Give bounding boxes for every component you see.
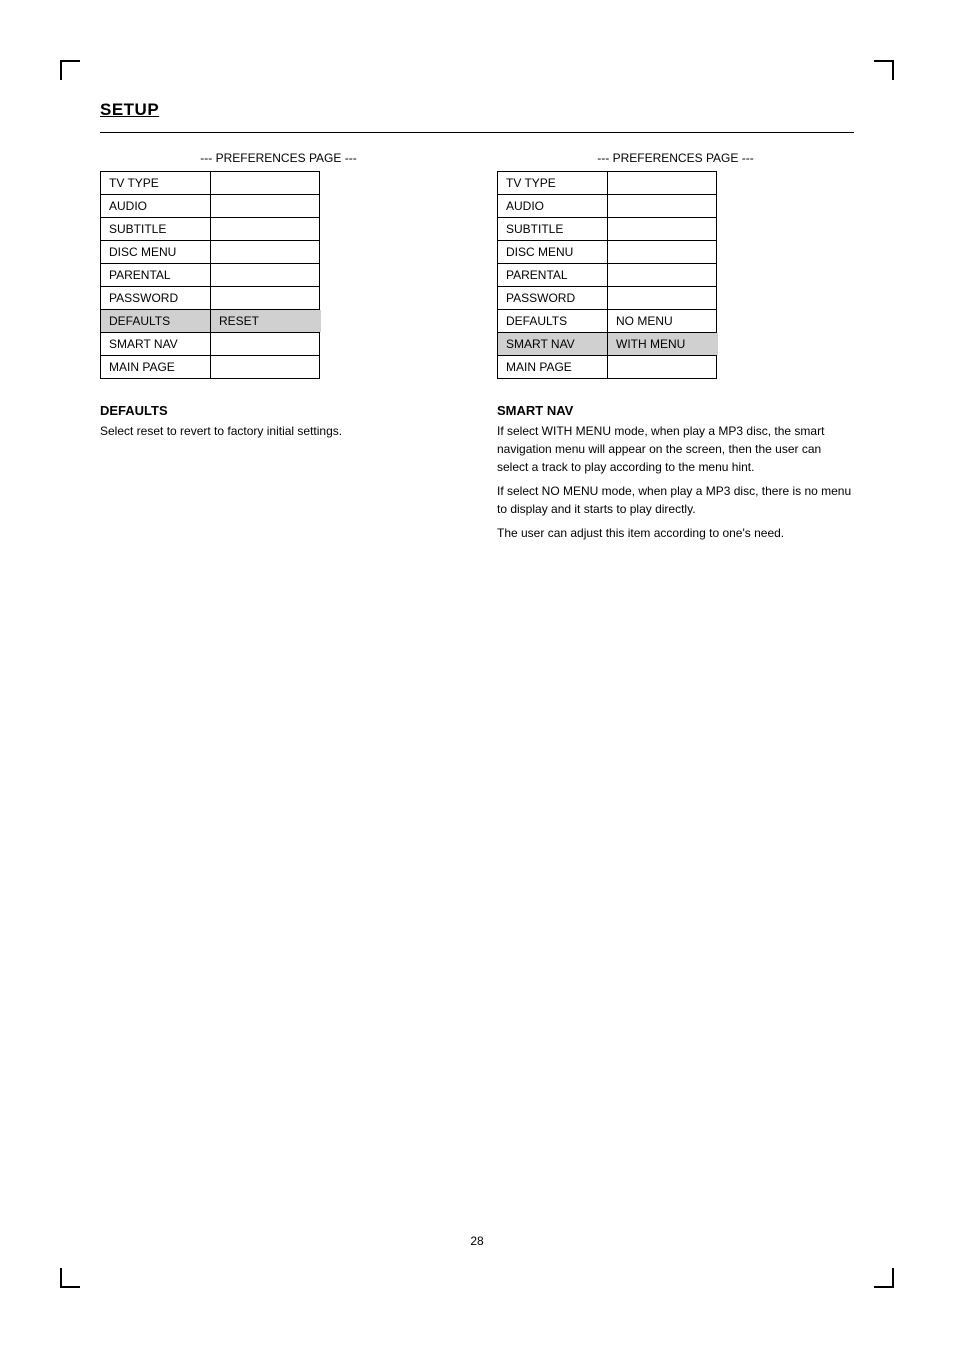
desc-title-smart-nav: SMART NAV bbox=[497, 403, 854, 418]
list-item-smart-nav-left-opt bbox=[211, 333, 321, 355]
list-item-defaults-left-opt: RESET bbox=[211, 310, 321, 332]
table-row: DEFAULTS NO MENU bbox=[498, 310, 716, 333]
list-item-audio-right-opt bbox=[608, 195, 718, 217]
table-row: SMART NAV bbox=[101, 333, 319, 356]
desc-title-defaults: DEFAULTS bbox=[100, 403, 457, 418]
table-row: MAIN PAGE bbox=[498, 356, 716, 378]
panel-right: --- PREFERENCES PAGE --- TV TYPE AUDIO S… bbox=[497, 151, 854, 379]
title-divider bbox=[100, 132, 854, 133]
list-item-audio-left-opt bbox=[211, 195, 321, 217]
panels-row: --- PREFERENCES PAGE --- TV TYPE AUDIO S… bbox=[100, 151, 854, 379]
panel-right-header: --- PREFERENCES PAGE --- bbox=[497, 151, 854, 165]
table-row: PASSWORD bbox=[498, 287, 716, 310]
table-row: SUBTITLE bbox=[101, 218, 319, 241]
list-item-password-left-opt bbox=[211, 287, 321, 309]
list-item-parental-right-opt bbox=[608, 264, 718, 286]
list-item-smart-nav-right-opt: WITH MENU bbox=[608, 333, 718, 355]
list-item-password-right-opt bbox=[608, 287, 718, 309]
list-item-defaults-left: DEFAULTS bbox=[101, 310, 211, 332]
list-item-disc-menu-right: DISC MENU bbox=[498, 241, 608, 263]
table-row: PARENTAL bbox=[101, 264, 319, 287]
list-item-disc-menu-left: DISC MENU bbox=[101, 241, 211, 263]
table-row: SUBTITLE bbox=[498, 218, 716, 241]
list-item-disc-menu-left-opt bbox=[211, 241, 321, 263]
panel-left-header: --- PREFERENCES PAGE --- bbox=[100, 151, 457, 165]
desc-text-defaults: Select reset to revert to factory initia… bbox=[100, 422, 457, 440]
list-item-defaults-right: DEFAULTS bbox=[498, 310, 608, 332]
list-item-smart-nav-right: SMART NAV bbox=[498, 333, 608, 355]
list-item-main-page-left-opt bbox=[211, 356, 321, 378]
desc-text-smart-nav-2: If select NO MENU mode, when play a MP3 … bbox=[497, 482, 854, 518]
table-row: SMART NAV WITH MENU bbox=[498, 333, 716, 356]
list-item-audio-right: AUDIO bbox=[498, 195, 608, 217]
list-item-audio-left: AUDIO bbox=[101, 195, 211, 217]
table-row: DEFAULTS RESET bbox=[101, 310, 319, 333]
list-item-defaults-right-opt: NO MENU bbox=[608, 310, 718, 332]
corner-mark-tl bbox=[60, 60, 80, 80]
list-item-tv-type-left: TV TYPE bbox=[101, 172, 211, 194]
corner-mark-br bbox=[874, 1268, 894, 1288]
table-row: PASSWORD bbox=[101, 287, 319, 310]
table-row: TV TYPE bbox=[101, 172, 319, 195]
list-item-subtitle-left-opt bbox=[211, 218, 321, 240]
table-row: TV TYPE bbox=[498, 172, 716, 195]
list-item-main-page-right-opt bbox=[608, 356, 718, 378]
list-item-subtitle-right: SUBTITLE bbox=[498, 218, 608, 240]
list-item-parental-left-opt bbox=[211, 264, 321, 286]
list-item-main-page-left: MAIN PAGE bbox=[101, 356, 211, 378]
list-item-parental-left: PARENTAL bbox=[101, 264, 211, 286]
table-row: AUDIO bbox=[101, 195, 319, 218]
corner-mark-tr bbox=[874, 60, 894, 80]
table-row: DISC MENU bbox=[101, 241, 319, 264]
page-title: SETUP bbox=[100, 100, 854, 120]
list-item-parental-right: PARENTAL bbox=[498, 264, 608, 286]
list-item-tv-type-right-opt bbox=[608, 172, 718, 194]
list-item-tv-type-left-opt bbox=[211, 172, 321, 194]
desc-col-left: DEFAULTS Select reset to revert to facto… bbox=[100, 403, 457, 548]
table-row: DISC MENU bbox=[498, 241, 716, 264]
list-item-password-right: PASSWORD bbox=[498, 287, 608, 309]
menu-panel-right: TV TYPE AUDIO SUBTITLE DISC MENU PARENTA… bbox=[497, 171, 717, 379]
list-item-tv-type-right: TV TYPE bbox=[498, 172, 608, 194]
table-row: AUDIO bbox=[498, 195, 716, 218]
list-item-subtitle-left: SUBTITLE bbox=[101, 218, 211, 240]
desc-text-smart-nav-1: If select WITH MENU mode, when play a MP… bbox=[497, 422, 854, 476]
descriptions-row: DEFAULTS Select reset to revert to facto… bbox=[100, 403, 854, 548]
desc-text-smart-nav-3: The user can adjust this item according … bbox=[497, 524, 854, 542]
list-item-disc-menu-right-opt bbox=[608, 241, 718, 263]
list-item-password-left: PASSWORD bbox=[101, 287, 211, 309]
desc-col-right: SMART NAV If select WITH MENU mode, when… bbox=[497, 403, 854, 548]
panel-left: --- PREFERENCES PAGE --- TV TYPE AUDIO S… bbox=[100, 151, 457, 379]
menu-panel-left: TV TYPE AUDIO SUBTITLE DISC MENU PARENTA… bbox=[100, 171, 320, 379]
page-number: 28 bbox=[470, 1234, 483, 1248]
list-item-smart-nav-left: SMART NAV bbox=[101, 333, 211, 355]
table-row: PARENTAL bbox=[498, 264, 716, 287]
list-item-main-page-right: MAIN PAGE bbox=[498, 356, 608, 378]
corner-mark-bl bbox=[60, 1268, 80, 1288]
table-row: MAIN PAGE bbox=[101, 356, 319, 378]
list-item-subtitle-right-opt bbox=[608, 218, 718, 240]
